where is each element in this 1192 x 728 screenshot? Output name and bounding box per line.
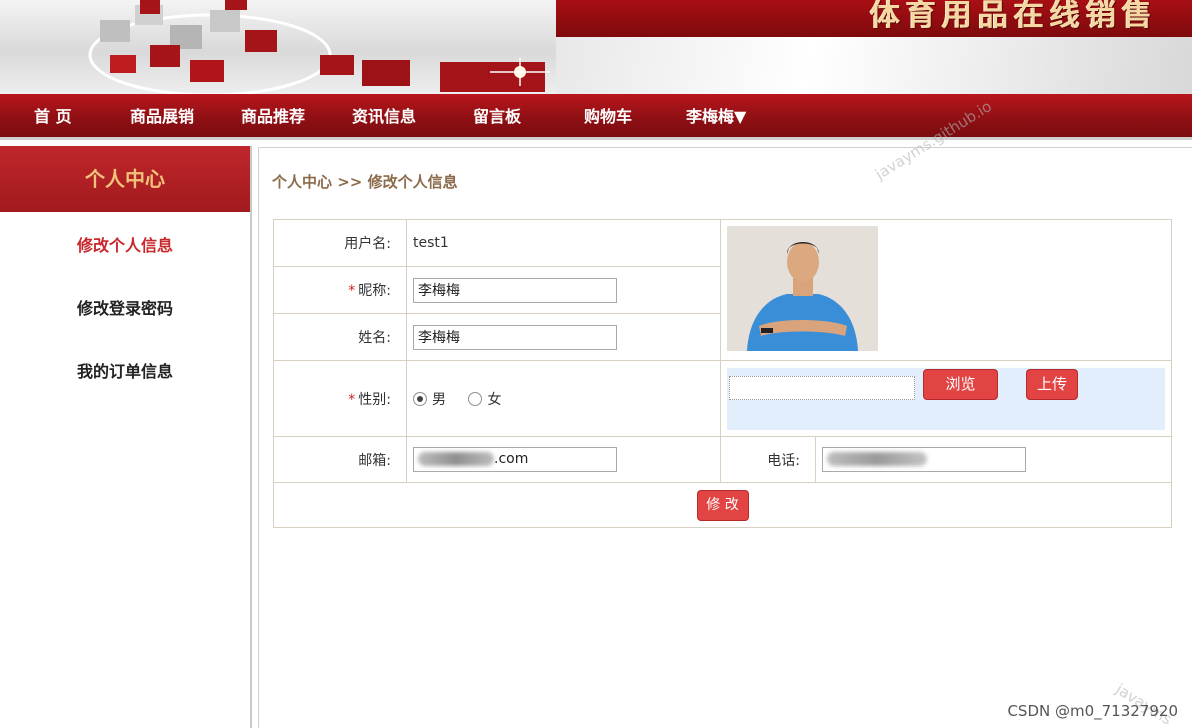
email-input[interactable]: .com (413, 447, 617, 472)
title-bar: 体育用品在线销售 (556, 0, 1192, 37)
csdn-watermark: CSDN @m0_71327920 (1007, 702, 1178, 720)
upload-cell: 浏览 上传 (720, 360, 1172, 437)
sidebar-item-edit-profile[interactable]: 修改个人信息 (0, 232, 250, 256)
avatar-photo-icon (727, 226, 878, 351)
gender-female-radio[interactable] (468, 391, 483, 406)
nickname-input[interactable] (413, 277, 617, 303)
realname-input[interactable] (413, 324, 617, 350)
upload-button[interactable]: 上传 (1026, 368, 1078, 400)
avatar-cell (720, 219, 1172, 361)
gender-label: * 性别: (273, 360, 407, 437)
profile-form: 用户名: test1 * 昵称: 李梅梅 姓名: 李梅梅 * 性别: 男 女 浏… (273, 219, 1172, 528)
site-title: 体育用品在线销售 (870, 0, 1158, 33)
phone-input[interactable] (822, 447, 1026, 472)
email-redaction (418, 452, 494, 466)
nav-products[interactable]: 商品展销 (130, 94, 194, 140)
nav-news[interactable]: 资讯信息 (352, 94, 416, 140)
email-label: 邮箱: (273, 436, 407, 483)
banner-swoosh (556, 37, 1192, 94)
sidebar-title: 个人中心 (0, 146, 250, 212)
gender-male-radio[interactable] (413, 391, 427, 406)
phone-redaction (827, 452, 927, 466)
breadcrumb: 个人中心 >> 修改个人信息 (272, 173, 458, 191)
nav-guestbook[interactable]: 留言板 (473, 94, 521, 140)
email-suffix: .com (494, 451, 529, 467)
realname-label: 姓名: (273, 313, 407, 361)
nav-user-menu[interactable]: 李梅梅▼ (686, 94, 746, 140)
submit-button[interactable]: 修 改 (696, 489, 749, 521)
file-path-input[interactable] (729, 375, 915, 400)
nav-cart[interactable]: 购物车 (584, 94, 632, 140)
browse-button[interactable]: 浏览 (923, 368, 998, 400)
cubes-graphic (88, 0, 550, 94)
main-panel: 个人中心 >> 修改个人信息 用户名: test1 * 昵称: 李梅梅 姓名: … (258, 147, 1192, 728)
sidebar-item-my-orders[interactable]: 我的订单信息 (0, 358, 250, 382)
phone-label: 电话: (720, 436, 816, 483)
nav-home[interactable]: 首 页 (34, 94, 72, 140)
gender-radio-group: 男 女 (406, 360, 721, 437)
username-value: test1 (406, 219, 721, 267)
sidebar-item-change-password[interactable]: 修改登录密码 (0, 295, 250, 319)
sidebar: 个人中心 修改个人信息 修改登录密码 我的订单信息 (0, 146, 252, 728)
main-nav: 首 页 商品展销 商品推荐 资讯信息 留言板 购物车 李梅梅▼ (0, 94, 1192, 140)
username-label: 用户名: (273, 219, 407, 267)
upload-area: 浏览 上传 (727, 367, 1165, 430)
gender-male-label: 男 (432, 391, 446, 408)
nickname-label: * 昵称: (273, 266, 407, 314)
submit-cell: 修 改 (273, 482, 1172, 528)
avatar (727, 226, 878, 351)
nav-recommended[interactable]: 商品推荐 (241, 94, 305, 140)
site-banner: 体育用品在线销售 (0, 0, 1192, 94)
gender-female-label: 女 (487, 391, 502, 408)
